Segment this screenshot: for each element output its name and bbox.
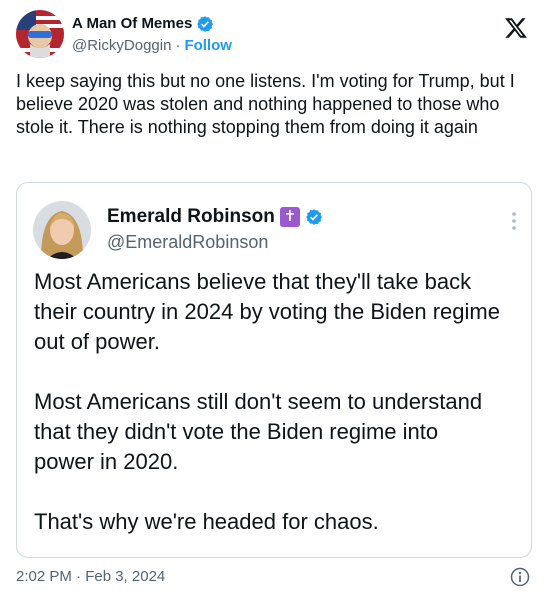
quoted-paragraph: Most Americans still don't seem to under…	[34, 389, 483, 474]
separator-dot: ·	[175, 37, 181, 54]
follow-button[interactable]: Follow	[184, 37, 232, 55]
cross-badge-icon: ✝	[279, 207, 300, 227]
quoted-handle[interactable]: @EmeraldRobinson	[107, 231, 268, 253]
info-icon[interactable]	[510, 567, 530, 587]
verified-badge-icon	[305, 209, 322, 225]
x-logo-icon[interactable]	[504, 16, 528, 40]
author-handle-row: @RickyDoggin · Follow	[72, 37, 232, 55]
quoted-name-row: Emerald Robinson ✝	[107, 205, 323, 229]
author-avatar[interactable]	[16, 10, 64, 58]
tweet-timestamp[interactable]: 2:02 PM · Feb 3, 2024	[16, 568, 165, 585]
author-display-name[interactable]: A Man Of Memes	[72, 15, 192, 33]
tweet-header: A Man Of Memes @RickyDoggin · Follow	[16, 10, 530, 62]
quoted-paragraph: Most Americans believe that they'll take…	[34, 269, 500, 354]
author-name-row: A Man Of Memes	[72, 15, 214, 33]
verified-badge-icon	[197, 16, 214, 32]
tweet-text: I keep saying this but no one listens. I…	[16, 71, 520, 137]
quoted-display-name[interactable]: Emerald Robinson	[107, 205, 275, 229]
author-handle[interactable]: @RickyDoggin	[72, 37, 171, 55]
tweet-footer: 2:02 PM · Feb 3, 2024	[16, 567, 530, 587]
quoted-tweet-card[interactable]: Emerald Robinson ✝ @EmeraldRobinson Most…	[16, 182, 532, 558]
quoted-author-avatar[interactable]	[33, 201, 91, 259]
quoted-paragraph: That's why we're headed for chaos.	[34, 509, 379, 534]
quoted-tweet-body: Most Americans believe that they'll take…	[34, 267, 504, 557]
more-options-icon[interactable]	[511, 211, 517, 231]
